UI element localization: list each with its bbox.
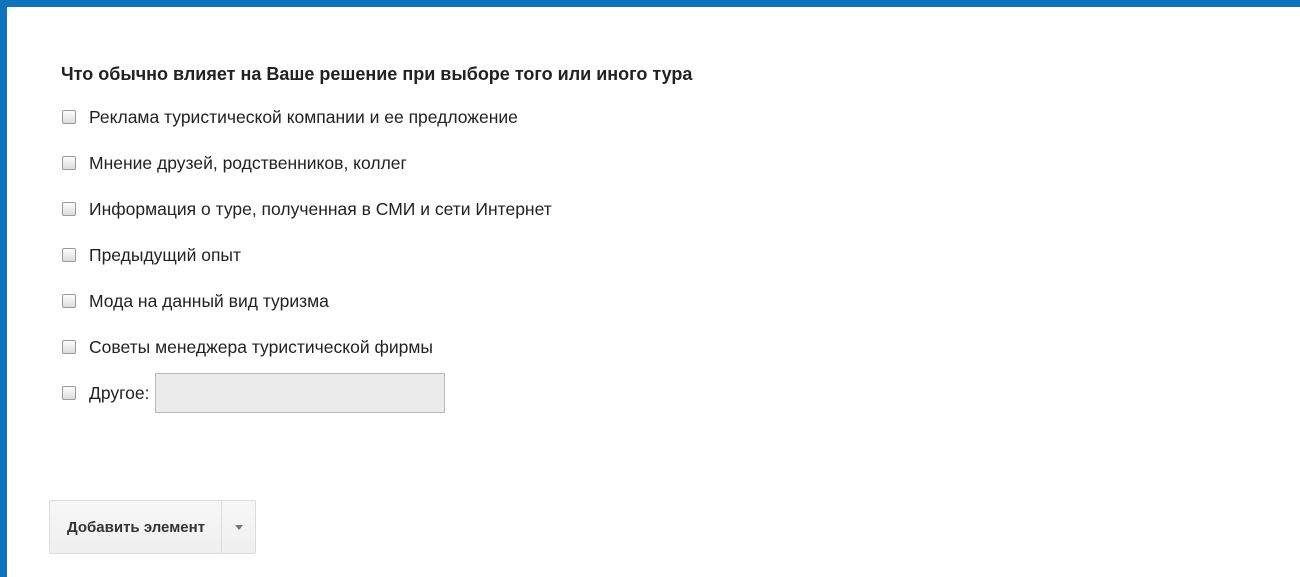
checkbox-options-list: Реклама туристической компании и ее пред… — [60, 100, 552, 422]
question-title: Что обычно влияет на Ваше решение при вы… — [61, 64, 693, 84]
add-item-dropdown-button[interactable] — [222, 501, 255, 553]
add-item-button[interactable]: Добавить элемент — [50, 501, 223, 553]
option-label: Мода на данный вид туризма — [89, 290, 329, 311]
other-option-label: Другое: — [89, 382, 150, 403]
checkbox-option[interactable]: Мода на данный вид туризма — [60, 284, 552, 318]
checkbox-option[interactable]: Информация о туре, полученная в СМИ и се… — [60, 192, 552, 226]
checkbox[interactable] — [62, 248, 76, 262]
checkbox[interactable] — [62, 202, 76, 216]
option-label: Информация о туре, полученная в СМИ и се… — [89, 198, 552, 219]
option-label: Предыдущий опыт — [89, 244, 242, 265]
checkbox-option[interactable]: Советы менеджера туристической фирмы — [60, 330, 552, 364]
checkbox-option[interactable]: Предыдущий опыт — [60, 238, 552, 272]
add-item-button-group: Добавить элемент — [49, 500, 257, 554]
checkbox-option-other[interactable]: Другое: — [60, 373, 552, 413]
chevron-down-icon — [234, 524, 243, 530]
checkbox[interactable] — [62, 386, 76, 400]
checkbox[interactable] — [62, 110, 76, 124]
option-label: Мнение друзей, родственников, коллег — [89, 152, 407, 173]
checkbox[interactable] — [62, 294, 76, 308]
checkbox[interactable] — [62, 156, 76, 170]
checkbox[interactable] — [62, 340, 76, 354]
option-label: Советы менеджера туристической фирмы — [89, 336, 433, 357]
option-label: Реклама туристической компании и ее пред… — [89, 106, 518, 127]
checkbox-option[interactable]: Реклама туристической компании и ее пред… — [60, 100, 552, 134]
checkbox-option[interactable]: Мнение друзей, родственников, коллег — [60, 146, 552, 180]
form-editor-panel: Что обычно влияет на Ваше решение при вы… — [0, 0, 1300, 577]
other-text-input[interactable] — [155, 373, 446, 413]
